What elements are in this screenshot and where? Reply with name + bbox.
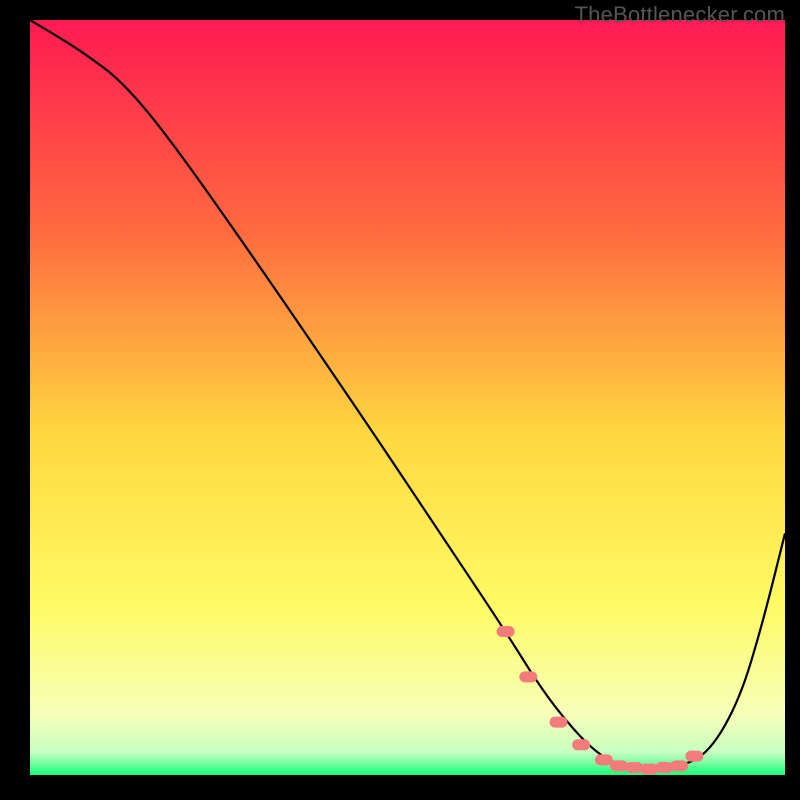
highlight-marker: [670, 760, 688, 771]
highlight-marker: [572, 739, 590, 750]
highlight-marker: [519, 671, 537, 682]
highlight-marker: [595, 754, 613, 765]
highlight-marker: [497, 626, 515, 637]
chart-frame: [15, 20, 785, 790]
gradient-background: [30, 20, 785, 775]
bottleneck-chart: [30, 20, 785, 775]
highlight-marker: [550, 717, 568, 728]
highlight-marker: [655, 762, 673, 773]
highlight-marker: [610, 760, 628, 771]
highlight-marker: [625, 762, 643, 773]
watermark-text: TheBottlenecker.com: [575, 2, 785, 28]
highlight-marker: [640, 764, 658, 775]
highlight-marker: [685, 751, 703, 762]
